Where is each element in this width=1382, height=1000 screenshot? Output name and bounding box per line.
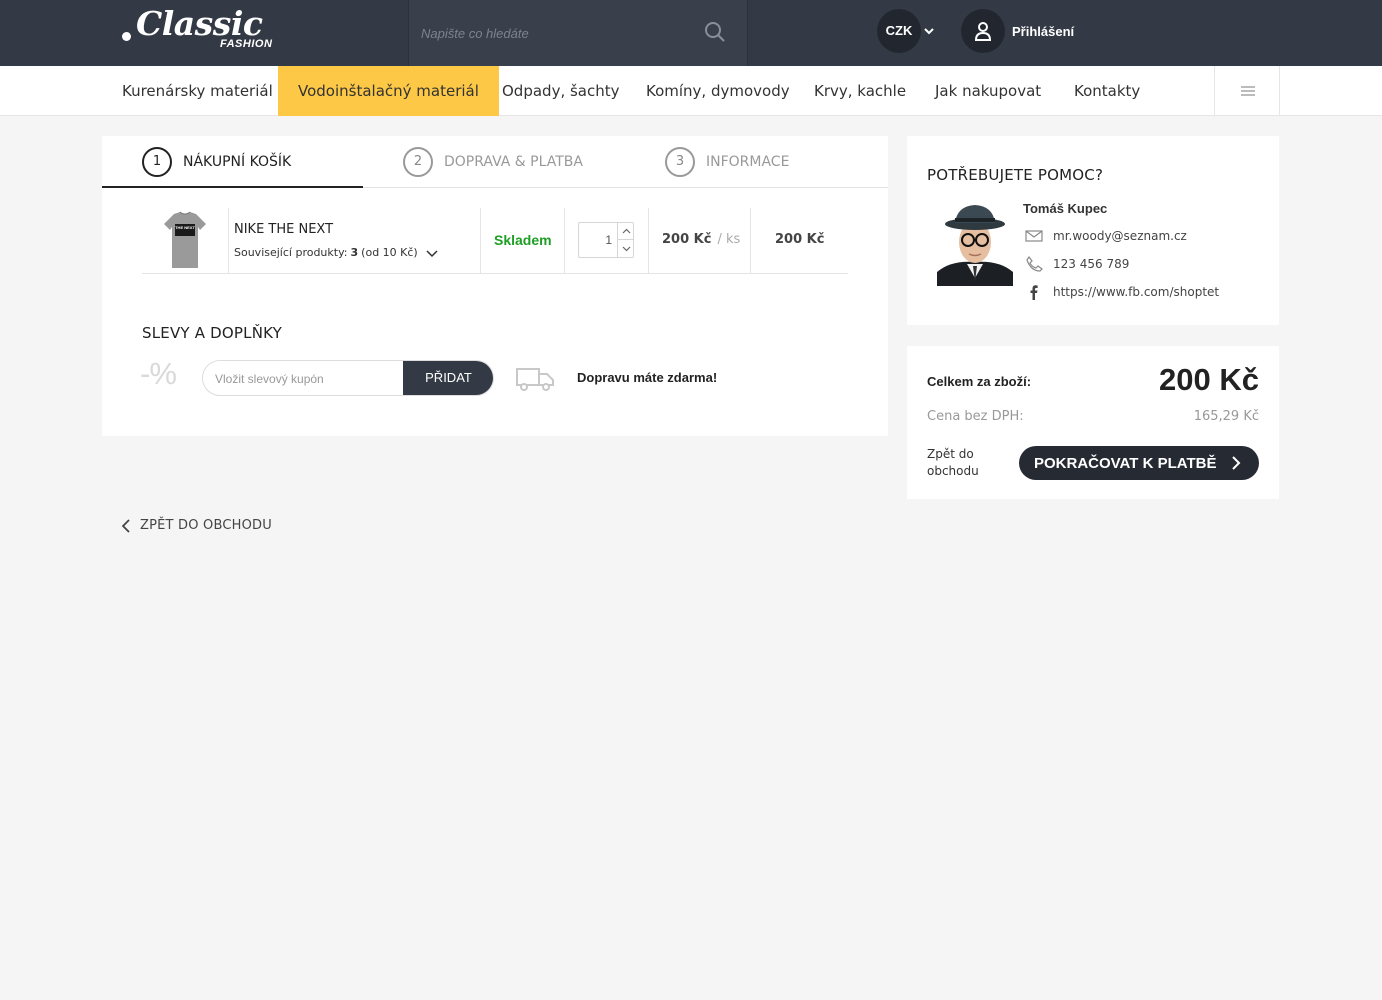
related-count: 3 xyxy=(350,246,359,259)
nav-item-odpady[interactable]: Odpady, šachty xyxy=(502,66,620,116)
quantity-decrease-button[interactable] xyxy=(617,240,634,257)
active-step-underline xyxy=(102,186,363,188)
logo-subtitle: FASHION xyxy=(220,38,273,50)
total-label: Celkem za zboží: xyxy=(927,374,1032,389)
checkout-steps: 1 NÁKUPNÍ KOŠÍK 2 DOPRAVA & PLATBA 3 INF… xyxy=(102,136,888,188)
net-price-label: Cena bez DPH: xyxy=(927,409,1024,424)
contact-facebook[interactable]: https://www.fb.com/shoptet xyxy=(1025,284,1219,300)
currency-selector[interactable]: CZK xyxy=(877,9,921,53)
order-summary: Celkem za zboží: 200 Kč Cena bez DPH: 16… xyxy=(907,346,1279,499)
discount-section-title: SLEVY A DOPLŇKY xyxy=(142,324,283,342)
step-number: 3 xyxy=(665,147,695,177)
chevron-down-icon[interactable] xyxy=(923,25,935,37)
avatar xyxy=(937,202,1013,286)
step-cart[interactable]: 1 NÁKUPNÍ KOŠÍK xyxy=(142,146,291,178)
back-to-shop-link-small[interactable]: Zpět do obchodu xyxy=(927,446,997,480)
quantity-stepper xyxy=(578,222,634,258)
chevron-down-icon xyxy=(622,246,630,251)
search-input[interactable] xyxy=(421,22,691,44)
main-nav: Kurenársky materiál Vodoinštalačný mater… xyxy=(0,66,1382,116)
contact-email[interactable]: mr.woody@seznam.cz xyxy=(1025,228,1187,244)
login-button[interactable]: Přihlášení xyxy=(961,9,1074,53)
chevron-up-icon xyxy=(622,228,630,234)
total-price: 200 Kč xyxy=(1159,362,1259,397)
contact-email-text: mr.woody@seznam.cz xyxy=(1053,229,1187,243)
chevron-down-icon[interactable] xyxy=(426,247,438,259)
back-link-label: ZPĚT DO OBCHODU xyxy=(140,518,272,533)
coupon-form: PŘIDAT xyxy=(202,360,494,396)
step-number: 2 xyxy=(403,147,433,177)
stock-status: Skladem xyxy=(494,232,552,248)
nav-item-kontakty[interactable]: Kontakty xyxy=(1074,66,1140,116)
step-label: INFORMACE xyxy=(706,154,790,170)
logo-dot xyxy=(122,32,131,41)
quantity-increase-button[interactable] xyxy=(617,223,634,240)
nav-item-kurenarsky[interactable]: Kurenársky materiál xyxy=(122,66,273,116)
add-coupon-button[interactable]: PŘIDAT xyxy=(403,361,493,395)
product-name[interactable]: NIKE THE NEXT xyxy=(234,222,333,237)
product-image[interactable]: THE NEXT xyxy=(162,210,208,270)
quantity-input[interactable] xyxy=(579,223,616,257)
contact-phone[interactable]: 123 456 789 xyxy=(1025,256,1129,272)
chevron-right-icon xyxy=(1232,456,1241,470)
step-info[interactable]: 3 INFORMACE xyxy=(665,146,789,178)
help-title: POTŘEBUJETE POMOC? xyxy=(927,166,1104,184)
top-header: Classic FASHION CZK Přihlášení xyxy=(0,0,1382,66)
chevron-left-icon xyxy=(122,518,130,533)
contact-name: Tomáš Kupec xyxy=(1023,201,1108,216)
step-number: 1 xyxy=(142,147,172,177)
unit-price-value: 200 Kč xyxy=(662,232,712,247)
phone-icon xyxy=(1026,256,1043,272)
facebook-icon xyxy=(1030,285,1038,300)
login-label: Přihlášení xyxy=(1012,23,1075,39)
net-price: 165,29 Kč xyxy=(1193,409,1259,424)
unit-price: 200 Kč / ks xyxy=(662,232,740,247)
envelope-icon xyxy=(1025,230,1043,242)
free-shipping-notice: Dopravu máte zdarma! xyxy=(577,370,718,385)
contact-facebook-text: https://www.fb.com/shoptet xyxy=(1053,285,1220,299)
item-total-price: 200 Kč xyxy=(775,232,825,247)
nav-item-jak-nakupovat[interactable]: Jak nakupovat xyxy=(935,66,1041,116)
logo[interactable]: Classic FASHION xyxy=(122,4,282,54)
menu-icon[interactable] xyxy=(1214,66,1280,116)
related-label: Související produkty: xyxy=(234,246,348,259)
search-box xyxy=(408,0,748,66)
percent-icon: -% xyxy=(140,356,177,391)
step-shipping[interactable]: 2 DOPRAVA & PLATBA xyxy=(403,146,583,178)
step-label: NÁKUPNÍ KOŠÍK xyxy=(183,154,292,170)
search-icon[interactable] xyxy=(704,21,726,43)
nav-item-krvy[interactable]: Krvy, kachle xyxy=(814,66,906,116)
related-products[interactable]: Související produkty: 3 (od 10 Kč) xyxy=(234,246,438,259)
truck-icon xyxy=(516,368,554,391)
coupon-input[interactable] xyxy=(215,369,395,389)
contact-phone-text: 123 456 789 xyxy=(1053,257,1130,271)
nav-item-vodoinstalacny[interactable]: Vodoinštalačný materiál xyxy=(278,66,499,116)
continue-to-payment-button[interactable]: POKRAČOVAT K PLATBĚ xyxy=(1019,446,1259,480)
checkout-label: POKRAČOVAT K PLATBĚ xyxy=(1034,454,1217,472)
back-to-shop-link[interactable]: ZPĚT DO OBCHODU xyxy=(122,518,272,533)
svg-text:THE NEXT: THE NEXT xyxy=(175,225,195,230)
cart-item-row: THE NEXT NIKE THE NEXT Související produ… xyxy=(142,208,848,274)
cart-panel: 1 NÁKUPNÍ KOŠÍK 2 DOPRAVA & PLATBA 3 INF… xyxy=(102,136,888,436)
help-panel: POTŘEBUJETE POMOC? Tomáš Kupec mr.woody@… xyxy=(907,136,1279,325)
step-label: DOPRAVA & PLATBA xyxy=(444,154,583,170)
unit-label: / ks xyxy=(717,232,741,247)
related-from: (od 10 Kč) xyxy=(361,246,418,259)
nav-item-kominy[interactable]: Komíny, dymovody xyxy=(646,66,790,116)
user-icon xyxy=(961,9,1005,53)
